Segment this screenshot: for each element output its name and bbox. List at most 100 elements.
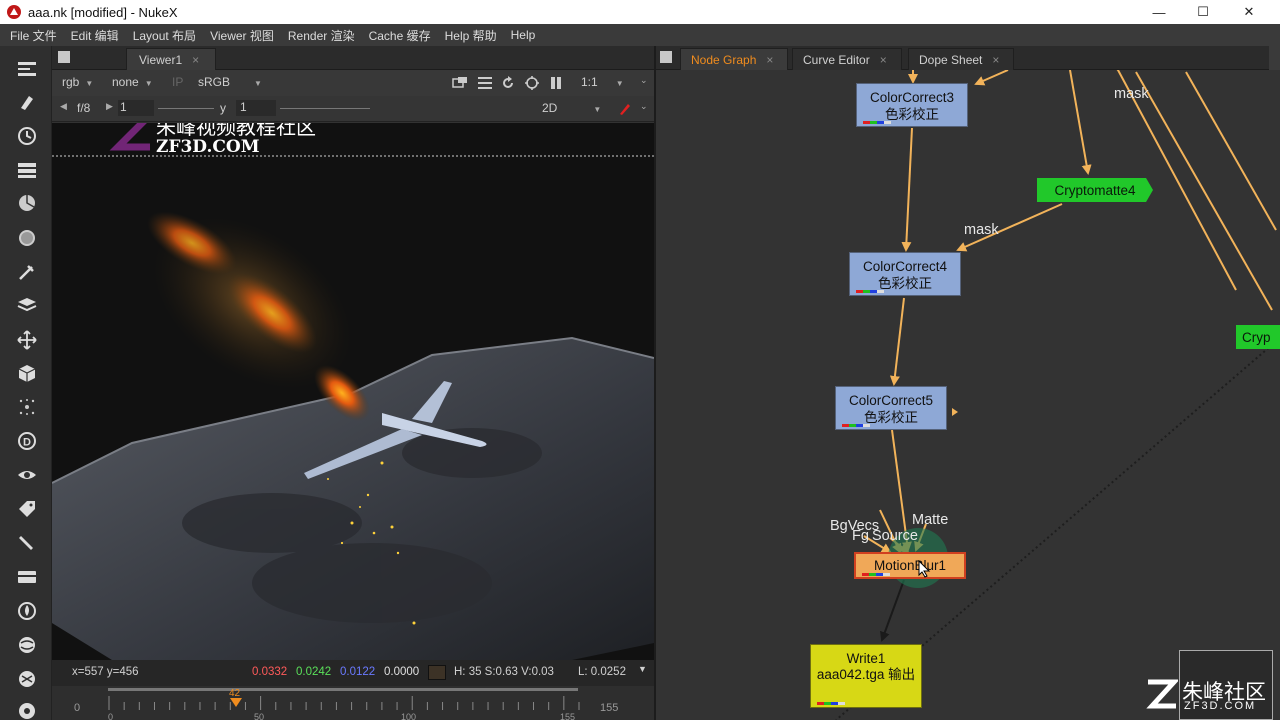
other-icon[interactable] [16, 566, 38, 588]
watermark-en: ZF3D.COM [156, 137, 260, 157]
pixel-green: 0.0242 [296, 666, 332, 678]
node-graph-canvas[interactable]: ColorCorrect3 色彩校正 ColorCorrect4 色彩校正 Co… [656, 70, 1280, 720]
menu-cache[interactable]: Cache 缓存 [369, 27, 431, 44]
gain-slider[interactable] [158, 108, 214, 109]
ip-button[interactable]: IP [172, 75, 183, 89]
gamma-input[interactable]: 1 [236, 100, 276, 116]
viewer-controls-bottom: ◀ f/8 ▶ 1 y 1 2D ▼ ⌄ [52, 96, 654, 122]
maximize-button[interactable]: ☐ [1180, 0, 1226, 24]
channels-select[interactable]: rgb ▼ [62, 75, 93, 89]
refresh-icon[interactable] [500, 75, 516, 91]
node-cryptomatte4[interactable]: Cryptomatte4 [1037, 178, 1153, 202]
list-icon[interactable] [477, 76, 493, 90]
watermark-bottom-right: 朱峰社区 ZF3D.COM [1144, 676, 1274, 720]
viewer-controls-top: rgb ▼ none ▼ IP sRGB ▼ 1:1 ▼ ⌄ [52, 70, 654, 96]
views-icon[interactable] [16, 464, 38, 486]
node-colorcorrect5[interactable]: ColorCorrect5 色彩校正 [835, 386, 947, 430]
gain-input[interactable]: 1 [118, 100, 154, 116]
info-menu-icon[interactable]: ▼ [638, 664, 647, 674]
viewer-icon[interactable] [16, 58, 38, 80]
fstop-increase-icon[interactable]: ▶ [106, 101, 113, 112]
close-icon[interactable]: × [766, 53, 773, 67]
close-icon[interactable]: × [192, 53, 199, 67]
timeline-end[interactable]: 155 [600, 702, 618, 714]
menu-edit[interactable]: Edit 编辑 [71, 27, 119, 44]
color-icon[interactable] [16, 192, 38, 214]
cara-vr-icon[interactable] [16, 700, 38, 720]
pipe-label-matte: Matte [912, 512, 949, 528]
pixel-luminance: L: 0.0252 [578, 666, 626, 678]
pixel-coords: x=557 y=456 [72, 666, 139, 678]
node-write1[interactable]: Write1 aaa042.tga 输出 [810, 644, 922, 708]
pixel-alpha: 0.0000 [384, 666, 420, 678]
viewer-info-bar: x=557 y=456 0.0332 0.0242 0.0122 0.0000 … [52, 660, 654, 686]
tab-curve-editor[interactable]: Curve Editor × [792, 48, 902, 70]
node-colorcorrect4[interactable]: ColorCorrect4 色彩校正 [849, 252, 961, 296]
pane-menu-icon[interactable] [58, 51, 70, 63]
roi-icon[interactable] [524, 75, 540, 91]
tab-viewer1[interactable]: Viewer1 × [126, 48, 216, 70]
paint-icon[interactable] [16, 91, 38, 113]
zf3d-logo-icon [109, 123, 150, 151]
view-mode-select[interactable]: 2D ▼ [542, 101, 601, 115]
playhead-marker[interactable] [230, 698, 242, 708]
node-motionblur1[interactable]: MotionBlur1 [854, 552, 966, 579]
node-colorcorrect3[interactable]: ColorCorrect3 色彩校正 [856, 83, 968, 127]
scrollbar[interactable] [1269, 46, 1280, 70]
menu-viewer[interactable]: Viewer 视图 [210, 27, 274, 44]
gamma-slider[interactable] [280, 108, 370, 109]
zoom-select[interactable]: 1:1 ▼ [581, 75, 624, 89]
pipe-label-fgvecs: Fg [852, 528, 869, 544]
node-cryptomatte-partial[interactable]: Cryp [1236, 325, 1280, 349]
mask-select[interactable]: none ▼ [112, 75, 153, 89]
timeline-tick-100: 100 [401, 712, 417, 720]
viewer-viewport[interactable]: 朱峰视频教程社区 ZF3D.COM [52, 123, 654, 660]
metadata-icon[interactable] [16, 498, 38, 520]
transform-icon[interactable] [16, 329, 38, 351]
ocula-icon[interactable] [16, 634, 38, 656]
menu-help-cn[interactable]: Help 帮助 [445, 27, 497, 44]
tab-dope-sheet[interactable]: Dope Sheet × [908, 48, 1014, 70]
proxy-icon[interactable] [452, 76, 468, 90]
minimize-button[interactable]: — [1136, 0, 1182, 24]
chevron-down-icon[interactable]: ⌄ [640, 101, 648, 112]
paint-brush-icon[interactable] [618, 102, 632, 116]
filter-icon[interactable] [16, 227, 38, 249]
timeline[interactable]: 0 0 50 100 155 42 155 [52, 686, 654, 720]
menu-render[interactable]: Render 渲染 [288, 27, 355, 44]
timeline-start[interactable]: 0 [74, 702, 80, 714]
close-icon[interactable]: × [880, 53, 887, 67]
particles-icon[interactable] [16, 396, 38, 418]
pipe-label-mask: mask [1114, 86, 1149, 102]
render-image [52, 123, 654, 660]
3d-icon[interactable] [16, 362, 38, 384]
node-pipes [835, 70, 1280, 720]
furnace-icon[interactable] [16, 600, 38, 622]
pixel-blue: 0.0122 [340, 666, 376, 678]
cara-icon[interactable] [16, 668, 38, 690]
menu-bar: File 文件 Edit 编辑 Layout 布局 Viewer 视图 Rend… [0, 24, 1280, 46]
pause-icon[interactable] [549, 76, 563, 90]
timeline-range-bar[interactable] [108, 688, 578, 691]
tab-node-graph[interactable]: Node Graph × [680, 48, 788, 70]
toolsets-icon[interactable] [16, 532, 38, 554]
close-button[interactable]: ✕ [1226, 0, 1272, 24]
menu-file[interactable]: File 文件 [10, 27, 57, 44]
lut-select[interactable]: sRGB ▼ [198, 75, 262, 89]
channel-icon[interactable] [16, 159, 38, 181]
menu-help[interactable]: Help [511, 28, 536, 42]
viewer-tab-label: Viewer1 [139, 52, 183, 67]
menu-layout[interactable]: Layout 布局 [133, 27, 196, 44]
fstop-value[interactable]: f/8 [77, 101, 90, 115]
merge-icon[interactable] [16, 294, 38, 316]
pane-menu-icon[interactable] [660, 51, 672, 63]
nukex-window: aaa.nk [modified] - NukeX — ☐ ✕ File 文件 … [0, 0, 1280, 720]
chevron-down-icon[interactable]: ⌄ [640, 75, 648, 86]
keyer-icon[interactable] [16, 261, 38, 283]
time-icon[interactable] [16, 125, 38, 147]
svg-text:D: D [23, 437, 31, 449]
close-icon[interactable]: × [992, 53, 999, 67]
fstop-decrease-icon[interactable]: ◀ [60, 101, 67, 112]
deep-icon[interactable]: D [16, 430, 38, 452]
timeline-tick-155: 155 [560, 712, 576, 720]
